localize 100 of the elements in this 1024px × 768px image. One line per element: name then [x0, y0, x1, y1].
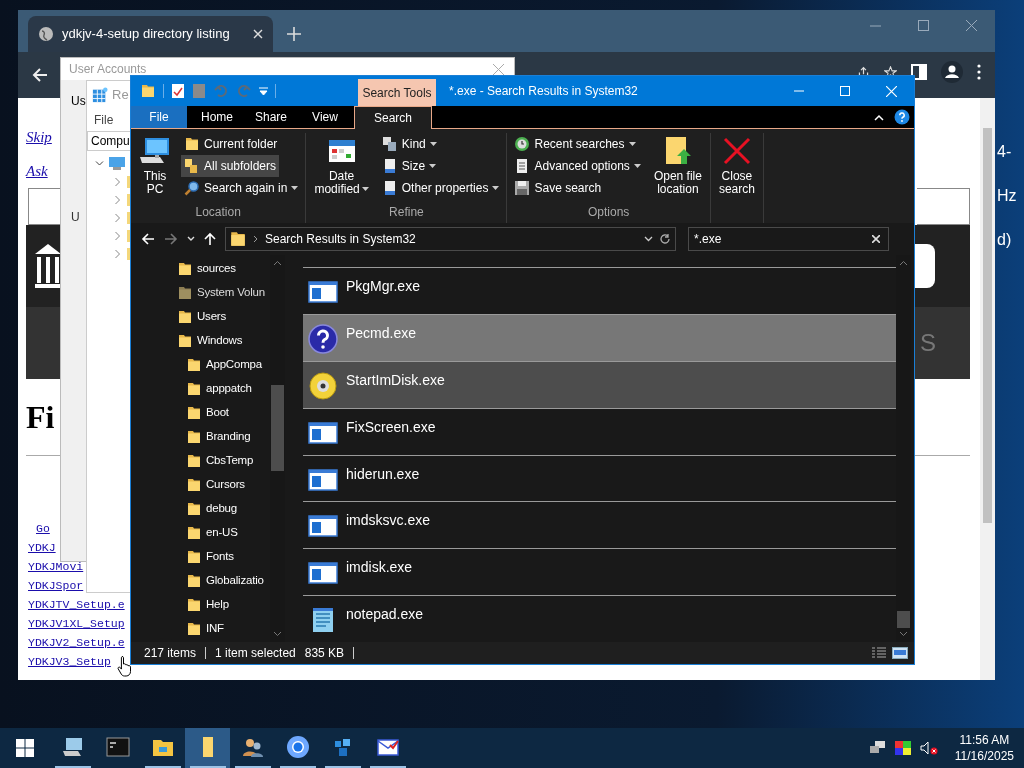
tree-item[interactable]: INF [131, 617, 270, 641]
disc-icon [307, 369, 339, 402]
file-row[interactable]: imdsksvc.exe [303, 501, 896, 549]
floppy-icon [514, 180, 531, 196]
ribbon-button[interactable]: Date modified [310, 133, 373, 196]
file-link[interactable]: YDKJTV_Setup.e [28, 595, 125, 614]
file-row[interactable]: FixScreen.exe [303, 407, 896, 455]
refresh-icon[interactable] [659, 233, 671, 245]
clock-date[interactable]: 11/16/2025 [954, 748, 1014, 764]
properties-icon[interactable] [171, 83, 185, 99]
ribbon-button[interactable]: Size [378, 155, 440, 177]
ribbon-button[interactable]: This PC [135, 133, 175, 196]
large-icons-view-icon[interactable] [892, 647, 908, 659]
tree-item[interactable]: System Volun [131, 281, 270, 305]
maximize-icon[interactable] [917, 19, 929, 31]
back-arrow-icon[interactable] [32, 67, 48, 83]
ribbon-button[interactable]: Current folder [181, 133, 281, 155]
ribbon-tab[interactable]: Home [190, 106, 244, 128]
ribbon-button[interactable]: Search again in [181, 177, 302, 199]
folder-icon [186, 381, 202, 397]
folder-icon [186, 525, 202, 541]
tree-item[interactable]: Windows [131, 329, 270, 353]
ribbon-button[interactable]: Recent searches [511, 133, 639, 155]
ribbon-tab[interactable]: Share [244, 106, 298, 128]
file-row[interactable]: Pecmd.exe [303, 313, 896, 361]
search-icon [184, 180, 200, 196]
ribbon-button[interactable]: Close search [714, 133, 759, 196]
clear-icon[interactable] [872, 235, 880, 243]
side-panel-icon[interactable] [911, 64, 927, 80]
tab[interactable]: Us [71, 92, 86, 110]
tree-item[interactable]: Cursors [131, 473, 270, 497]
ribbon-button[interactable]: Kind [378, 133, 440, 155]
menu-icon[interactable] [977, 64, 981, 80]
desktop-text: 4- [997, 142, 1013, 162]
file-link[interactable]: YDKJ [28, 538, 56, 557]
tree-item[interactable]: Globalizatio [131, 569, 270, 593]
customize-caret-icon[interactable] [259, 86, 268, 96]
banner-button[interactable] [915, 244, 935, 288]
help-icon[interactable] [894, 109, 910, 125]
file-row[interactable]: imdisk.exe [303, 548, 896, 596]
folder-icon [186, 549, 202, 565]
menu-item[interactable]: File [94, 111, 114, 129]
ribbon-button[interactable]: Save search [511, 177, 605, 199]
collapse-ribbon-icon[interactable] [874, 113, 884, 121]
clock-time[interactable]: 11:56 AM [959, 732, 1010, 748]
color-palette-icon[interactable] [894, 741, 911, 755]
folder-icon [177, 309, 193, 325]
group-label: Refine [389, 204, 424, 221]
forward-arrow-icon[interactable] [164, 232, 178, 246]
browser-icon [285, 735, 310, 759]
tree-item[interactable]: Users [131, 305, 270, 329]
file-row[interactable]: PkgMgr.exe [303, 267, 896, 314]
ribbon-button[interactable]: Other properties [378, 177, 503, 199]
file-row[interactable]: StartImDisk.exe [303, 360, 896, 408]
tree-item[interactable]: CbsTemp [131, 449, 270, 473]
network-icon[interactable] [869, 741, 886, 755]
file-link[interactable]: YDKJV1XL_Setup [28, 614, 125, 633]
globe-icon [38, 26, 54, 42]
caret-icon [429, 141, 437, 147]
file-link[interactable]: YDKJV2_Setup.e [28, 633, 125, 652]
scroll-thumb[interactable] [983, 128, 992, 523]
scroll-thumb[interactable] [897, 611, 910, 628]
file-tab[interactable]: File [131, 106, 187, 128]
address-bar[interactable]: Search Results in System32 [225, 227, 676, 251]
ribbon-button[interactable]: Open file location [649, 133, 706, 196]
terminal-icon [105, 735, 130, 759]
tree-item[interactable]: AppCompa [131, 353, 270, 377]
ask-link[interactable]: Ask [26, 161, 48, 181]
chevron-down-icon[interactable] [644, 236, 653, 242]
tree-item[interactable]: Fonts [131, 545, 270, 569]
tree-item[interactable]: debug [131, 497, 270, 521]
tree-item[interactable]: Boot [131, 401, 270, 425]
ribbon-tab[interactable]: Search [354, 106, 432, 129]
file-link[interactable]: YDKJMovi [28, 557, 84, 576]
ribbon-button[interactable]: Advanced options [511, 155, 644, 177]
file-link[interactable]: Go [28, 519, 50, 538]
tree-item[interactable]: en-US [131, 521, 270, 545]
item-count: 217 items [144, 645, 197, 662]
ribbon-button[interactable]: All subfolders [181, 155, 280, 177]
search-field[interactable]: *.exe [688, 227, 889, 251]
folder-icon [186, 501, 202, 517]
browser-tab[interactable]: ydkjv-4-setup directory listing [28, 16, 273, 52]
tree-item[interactable]: Help [131, 593, 270, 617]
tree-item[interactable]: sources [131, 257, 270, 281]
file-row[interactable]: hiderun.exe [303, 454, 896, 502]
chevron-down-icon[interactable] [187, 236, 195, 242]
file-link[interactable]: YDKJSpor [28, 576, 84, 595]
up-arrow-icon[interactable] [204, 232, 216, 246]
muted-speaker-icon[interactable] [919, 741, 938, 755]
details-view-icon[interactable] [871, 647, 887, 659]
scroll-thumb[interactable] [271, 385, 284, 471]
new-tab-icon[interactable] [287, 27, 301, 41]
tiles-icon [381, 136, 398, 152]
ribbon-tab[interactable]: View [298, 106, 352, 128]
tree-item[interactable]: Branding [131, 425, 270, 449]
file-link[interactable]: YDKJV3_Setup [28, 652, 111, 671]
scroll-bar[interactable] [980, 98, 995, 680]
tree-item[interactable]: apppatch [131, 377, 270, 401]
profile-icon[interactable] [941, 61, 963, 83]
skip-link[interactable]: Skip [26, 127, 52, 147]
